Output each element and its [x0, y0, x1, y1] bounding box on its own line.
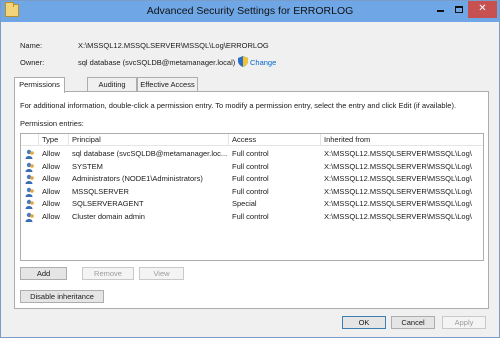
name-label: Name: — [20, 41, 43, 50]
cell-type: Allow — [42, 161, 60, 171]
cell-type: Allow — [42, 211, 60, 221]
view-button[interactable]: View — [139, 267, 184, 280]
window-title: Advanced Security Settings for ERRORLOG — [146, 5, 354, 17]
permissions-info-text: For additional information, double-click… — [20, 101, 457, 110]
cell-access: Special — [232, 199, 257, 208]
column-header-icon — [21, 134, 39, 146]
column-header-type[interactable]: Type — [39, 134, 69, 146]
permission-entries-table[interactable]: Type Principal Access Inherited from All… — [20, 133, 484, 261]
add-button[interactable]: Add — [20, 267, 67, 280]
user-group-icon — [25, 162, 34, 172]
table-row[interactable]: Allow MSSQLSERVER Full control X:\MSSQL1… — [21, 186, 483, 199]
cell-principal: SQLSERVERAGENT — [72, 199, 144, 208]
tab-auditing[interactable]: Auditing — [87, 77, 137, 92]
cancel-button[interactable]: Cancel — [391, 316, 435, 329]
table-row[interactable]: Allow Cluster domain admin Full control … — [21, 211, 483, 224]
cell-type: Allow — [42, 174, 60, 183]
table-row[interactable]: Allow SYSTEM Full control X:\MSSQL12.MSS… — [21, 161, 483, 174]
cell-inherited-from: X:\MSSQL12.MSSQLSERVER\MSSQL\Log\ — [324, 199, 472, 208]
column-header-principal[interactable]: Principal — [69, 134, 229, 146]
table-row[interactable]: Allow sql database (svcSQLDB@metamanager… — [21, 148, 483, 161]
cell-access: Full control — [232, 161, 269, 171]
cell-principal: Cluster domain admin — [72, 211, 145, 221]
user-group-icon — [25, 149, 34, 159]
close-icon: ✕ — [478, 3, 487, 14]
table-row[interactable]: Allow SQLSERVERAGENT Special X:\MSSQL12.… — [21, 198, 483, 211]
maximize-icon — [454, 6, 463, 13]
column-header-access[interactable]: Access — [229, 134, 321, 146]
security-settings-window: Advanced Security Settings for ERRORLOG … — [0, 0, 500, 338]
minimize-icon — [437, 10, 444, 12]
table-row[interactable]: Allow Administrators (NODE1\Administrato… — [21, 173, 483, 186]
tab-effective-access[interactable]: Effective Access — [137, 77, 198, 92]
table-header: Type Principal Access Inherited from — [21, 134, 483, 146]
cell-inherited-from: X:\MSSQL12.MSSQLSERVER\MSSQL\Log\ — [324, 174, 472, 183]
column-header-inherited-from[interactable]: Inherited from — [321, 134, 483, 146]
cell-principal: MSSQLSERVER — [72, 186, 129, 196]
permissions-panel: For additional information, double-click… — [14, 91, 489, 309]
cell-type: Allow — [42, 199, 60, 208]
owner-label: Owner: — [20, 58, 45, 67]
ok-button[interactable]: OK — [342, 316, 386, 329]
user-group-icon — [25, 187, 34, 197]
cell-inherited-from: X:\MSSQL12.MSSQLSERVER\MSSQL\Log\ — [324, 161, 472, 171]
cell-principal: sql database (svcSQLDB@metamanager.loc..… — [72, 149, 228, 158]
apply-button[interactable]: Apply — [442, 316, 486, 329]
cell-access: Full control — [232, 149, 269, 158]
cell-access: Full control — [232, 174, 269, 183]
cell-access: Full control — [232, 186, 269, 196]
change-owner-link[interactable]: Change — [250, 58, 276, 67]
shield-icon — [238, 56, 248, 67]
tab-permissions[interactable]: Permissions — [14, 77, 65, 93]
cell-principal: SYSTEM — [72, 161, 103, 171]
remove-button[interactable]: Remove — [82, 267, 134, 280]
cell-inherited-from: X:\MSSQL12.MSSQLSERVER\MSSQL\Log\ — [324, 186, 472, 196]
user-group-icon — [25, 199, 34, 209]
cell-access: Full control — [232, 211, 269, 221]
disable-inheritance-button[interactable]: Disable inheritance — [20, 290, 104, 303]
user-group-icon — [25, 212, 34, 222]
user-group-icon — [25, 174, 34, 184]
close-button[interactable]: ✕ — [468, 1, 497, 18]
name-value: X:\MSSQL12.MSSQLSERVER\MSSQL\Log\ERRORLO… — [78, 41, 269, 50]
title-bar[interactable]: Advanced Security Settings for ERRORLOG … — [1, 1, 499, 22]
cell-inherited-from: X:\MSSQL12.MSSQLSERVER\MSSQL\Log\ — [324, 149, 472, 158]
minimize-button[interactable] — [432, 1, 449, 18]
cell-type: Allow — [42, 186, 60, 196]
cell-type: Allow — [42, 149, 60, 158]
permission-entries-label: Permission entries: — [20, 119, 84, 128]
maximize-button[interactable] — [449, 1, 468, 18]
owner-value: sql database (svcSQLDB@metamanager.local… — [78, 58, 236, 67]
cell-principal: Administrators (NODE1\Administrators) — [72, 174, 203, 183]
cell-inherited-from: X:\MSSQL12.MSSQLSERVER\MSSQL\Log\ — [324, 211, 472, 221]
